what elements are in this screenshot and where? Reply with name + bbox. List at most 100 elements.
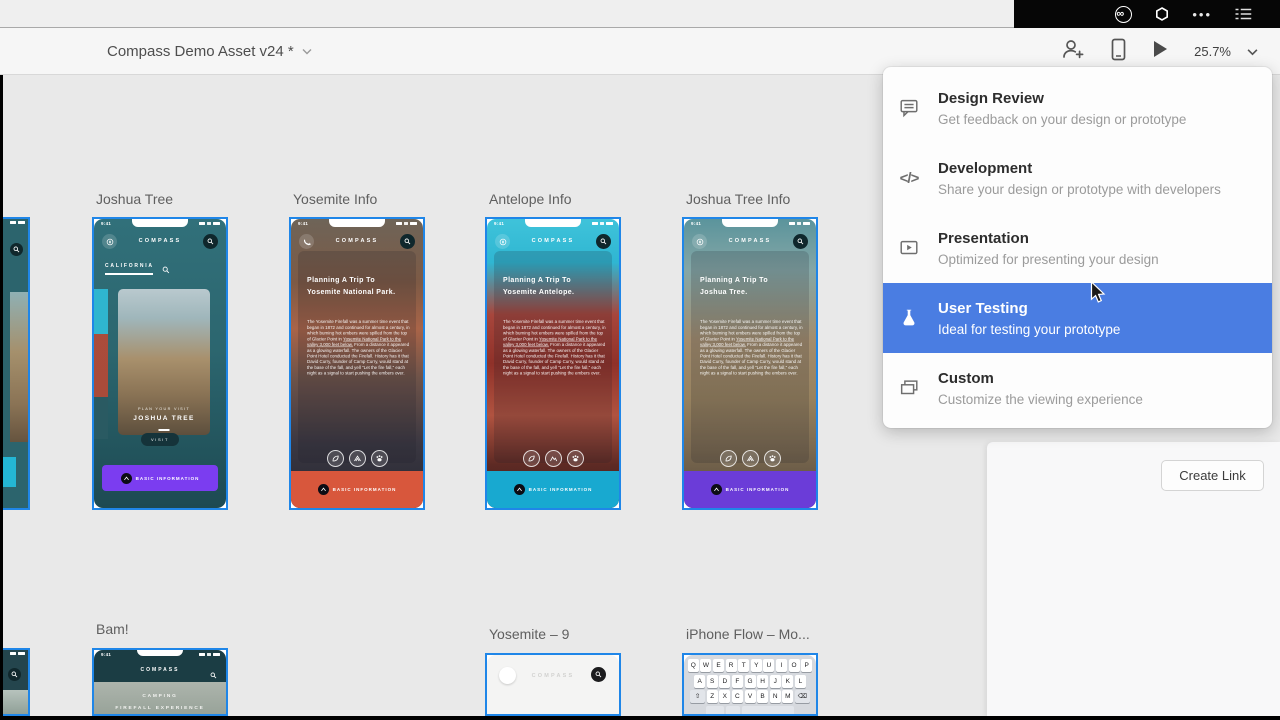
search-icon <box>10 243 23 256</box>
artboard-yosemite-info[interactable]: 9:41 COMPASS Planning A Trip To Yosemite… <box>289 217 425 510</box>
artboard-label-yosemite-9[interactable]: Yosemite – 9 <box>489 626 569 642</box>
menu-item-title: Custom <box>938 370 1143 387</box>
keyboard-key[interactable]: X <box>719 690 730 703</box>
phone-notch <box>525 219 581 227</box>
os-menubar: ∞ ••• <box>1014 0 1280 28</box>
artboard-label-iphone-flow[interactable]: iPhone Flow – Mo... <box>686 626 810 642</box>
card-divider <box>159 429 170 431</box>
keyboard-key[interactable]: F <box>732 675 743 688</box>
search-icon <box>203 234 218 249</box>
cyan-button-fragment <box>3 457 16 487</box>
keyboard-key[interactable]: ⇧ <box>690 690 705 703</box>
artboard-label-antelope-info[interactable]: Antelope Info <box>489 191 572 207</box>
paw-icon <box>567 450 584 467</box>
status-icons <box>592 222 613 225</box>
artboard-antelope-info[interactable]: 9:41 COMPASS Planning A Trip To Yosemite… <box>485 217 621 510</box>
keyboard-key[interactable]: B <box>757 690 768 703</box>
artboard-label-joshua-tree-info[interactable]: Joshua Tree Info <box>686 191 790 207</box>
keyboard-key[interactable]: S <box>707 675 718 688</box>
leaf-icon <box>523 450 540 467</box>
keyboard-key[interactable]: Q <box>688 659 699 672</box>
menu-item-development[interactable]: </> Development Share your design or pro… <box>883 143 1272 213</box>
menu-item-title: Design Review <box>938 90 1186 107</box>
menu-item-custom[interactable]: Custom Customize the viewing experience <box>883 353 1272 423</box>
mountain-icon <box>514 484 525 495</box>
keyboard-key[interactable]: J <box>770 675 781 688</box>
keyboard-key[interactable]: K <box>782 675 793 688</box>
app-header: 9:41 COMPASS <box>94 650 226 682</box>
keyboard-key[interactable]: I <box>776 659 787 672</box>
artboard-iphone-flow[interactable]: QWERTYUIOP ASDFGHJKL ⇧ZXCVBNM⌫ <box>682 653 818 716</box>
card-kicker: PLAN YOUR VISIT <box>118 407 210 411</box>
phone-notch <box>132 219 188 227</box>
mobile-preview-button[interactable] <box>1111 38 1126 66</box>
keyboard-key[interactable]: N <box>770 690 781 703</box>
phone-screen: COMPASS <box>487 655 619 714</box>
keyboard-key[interactable]: U <box>763 659 774 672</box>
screen-heading: Planning A Trip To Yosemite Antelope. <box>503 275 574 299</box>
tent-icon <box>349 450 366 467</box>
zoom-control[interactable]: 25.7% <box>1194 44 1258 59</box>
basic-information-label: BASIC INFORMATION <box>726 487 790 492</box>
keyboard-key[interactable]: Y <box>751 659 762 672</box>
menu-item-user-testing[interactable]: User Testing Ideal for testing your prot… <box>883 283 1272 353</box>
document-title-menu[interactable]: Compass Demo Asset v24 * <box>107 28 312 75</box>
basic-information-bar: BASIC INFORMATION <box>291 471 423 508</box>
screen-edge-bottom <box>0 716 1280 720</box>
share-panel: Create Link <box>987 442 1280 716</box>
keyboard-key[interactable]: L <box>795 675 806 688</box>
phone-screen: 9:41 COMPASS Planning A Trip To Yosemite… <box>291 219 423 508</box>
search-icon <box>8 668 21 681</box>
keyboard-rows: QWERTYUIOP ASDFGHJKL ⇧ZXCVBNM⌫ <box>686 659 814 714</box>
keyboard-key[interactable]: V <box>745 690 756 703</box>
more-dots-icon[interactable]: ••• <box>1192 7 1212 22</box>
artboard-yosemite-9[interactable]: COMPASS <box>485 653 621 716</box>
artboard-joshua-tree-info[interactable]: 9:41 COMPASS Planning A Trip To Joshua T… <box>682 217 818 510</box>
invite-user-button[interactable] <box>1060 38 1085 65</box>
keyboard-key[interactable]: W <box>700 659 711 672</box>
creative-cloud-icon[interactable]: ∞ <box>1115 6 1132 23</box>
artboard-bam[interactable]: 9:41 COMPASS CAMPING FIREFALL EXPERIENCE <box>92 648 228 716</box>
artboard-partial-left[interactable] <box>3 217 30 510</box>
keyboard-key[interactable]: A <box>694 675 705 688</box>
keyboard-key[interactable]: H <box>757 675 768 688</box>
play-preview-button[interactable] <box>1152 40 1168 63</box>
phone-screen: 9:41 COMPASS Planning A Trip To Yosemite… <box>487 219 619 508</box>
create-link-button[interactable]: Create Link <box>1161 460 1264 491</box>
keyboard-key[interactable]: C <box>732 690 743 703</box>
artboard-partial-bottom-left[interactable] <box>3 648 30 716</box>
status-time: 9:41 <box>298 221 308 226</box>
keyboard-key[interactable]: G <box>745 675 756 688</box>
status-icons <box>396 222 417 225</box>
artboard-label-joshua-tree[interactable]: Joshua Tree <box>96 191 173 207</box>
keyboard-key[interactable]: Z <box>707 690 718 703</box>
phone-notch <box>329 219 385 227</box>
menu-item-presentation[interactable]: Presentation Optimized for presenting yo… <box>883 213 1272 283</box>
menu-item-subtitle: Customize the viewing experience <box>938 392 1143 407</box>
chevron-down-icon <box>302 48 312 55</box>
app-hexagon-icon[interactable] <box>1154 6 1170 22</box>
keyboard-key[interactable]: M <box>782 690 793 703</box>
keyboard-key[interactable]: O <box>789 659 800 672</box>
keyboard-key[interactable]: E <box>713 659 724 672</box>
basic-information-label: BASIC INFORMATION <box>529 487 593 492</box>
list-icon[interactable] <box>1234 6 1252 22</box>
category-icons <box>487 450 619 467</box>
category-icons <box>291 450 423 467</box>
search-icon <box>596 234 611 249</box>
menu-item-design-review[interactable]: Design Review Get feedback on your desig… <box>883 73 1272 143</box>
share-dropdown-menu: Design Review Get feedback on your desig… <box>883 67 1272 428</box>
menu-item-subtitle: Ideal for testing your prototype <box>938 322 1120 337</box>
artboard-joshua-tree[interactable]: 9:41 COMPASS CALIFORNIA PLAN YOUR VISIT … <box>92 217 228 510</box>
keyboard-key[interactable]: D <box>719 675 730 688</box>
artboard-label-bam[interactable]: Bam! <box>96 621 129 637</box>
artboard-label-yosemite-info[interactable]: Yosemite Info <box>293 191 377 207</box>
category-icons <box>684 450 816 467</box>
keyboard-key[interactable]: T <box>738 659 749 672</box>
carousel-side-card <box>94 289 108 439</box>
keyboard-key[interactable]: R <box>726 659 737 672</box>
status-icons <box>789 222 810 225</box>
keyboard-key[interactable]: ⌫ <box>795 690 810 703</box>
keyboard-key[interactable]: P <box>801 659 812 672</box>
visit-button: VISIT <box>141 433 179 446</box>
